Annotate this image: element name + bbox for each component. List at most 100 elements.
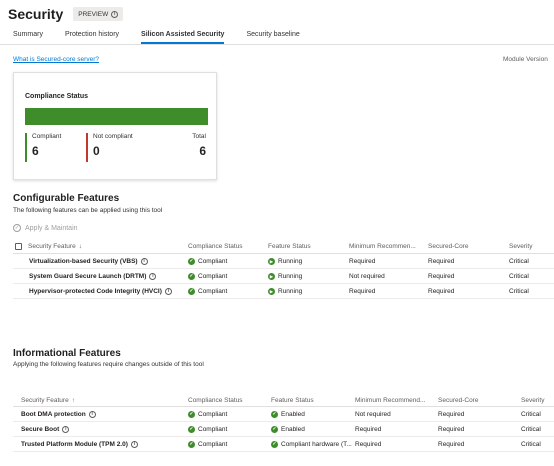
check-circle-icon: ✓	[188, 441, 195, 448]
col-minimum-recommended[interactable]: Minimum Recommen...	[349, 240, 416, 252]
status-value: Compliant hardware (T...	[281, 441, 352, 448]
col-security-feature[interactable]: Security Feature ↓	[28, 240, 82, 252]
secured-core-cell: Required	[428, 258, 455, 265]
col-feature-status[interactable]: Feature Status	[268, 240, 311, 252]
table-row[interactable]: Hypervisor-protected Code Integrity (HVC…	[13, 285, 554, 299]
check-circle-icon: ✓	[271, 441, 278, 448]
page-title: Security	[8, 6, 64, 22]
preview-badge[interactable]: PREVIEW i	[73, 7, 124, 21]
compliance-status-card: Compliance Status Compliant 6 Not compli…	[13, 72, 217, 180]
feature-name: System Guard Secure Launch (DRTM) i	[29, 270, 157, 283]
feature-label: Virtualization-based Security (VBS)	[29, 258, 138, 265]
col-compliance-status[interactable]: Compliance Status	[188, 394, 243, 406]
feature-label: Boot DMA protection	[21, 411, 86, 418]
col-secured-core[interactable]: Secured-Core	[428, 240, 468, 252]
feature-label: System Guard Secure Launch (DRTM)	[29, 273, 147, 280]
tab-security-baseline[interactable]: Security baseline	[246, 31, 299, 44]
col-severity[interactable]: Severity	[521, 394, 544, 406]
informational-table-header: Security Feature ↑ Compliance Status Fea…	[13, 394, 554, 406]
status-cell: ✓ Enabled	[271, 423, 305, 436]
total-stat: Total 6	[192, 133, 206, 162]
col-feature-status[interactable]: Feature Status	[271, 394, 314, 406]
running-icon: ▶	[268, 258, 275, 265]
col-severity[interactable]: Severity	[509, 240, 532, 252]
col-secured-core[interactable]: Secured-Core	[438, 394, 478, 406]
feature-name: Boot DMA protection i	[21, 408, 96, 421]
total-value: 6	[199, 144, 206, 158]
table-row[interactable]: Secure Boot i ✓ Compliant ✓ Enabled Require…	[13, 423, 554, 437]
table-row[interactable]: Virtualization-based Security (VBS) i ✓ Co…	[13, 255, 554, 269]
compliant-stat: Compliant 6	[25, 133, 61, 162]
secured-core-link[interactable]: What is Secured-core server?	[13, 56, 99, 63]
info-icon[interactable]: i	[140, 258, 148, 265]
preview-label: PREVIEW	[78, 10, 109, 18]
table-row[interactable]: Trusted Platform Module (TPM 2.0) i ✓ Comp…	[13, 438, 554, 452]
feature-label: Hypervisor-protected Code Integrity (HVC…	[29, 288, 162, 295]
feature-name: Trusted Platform Module (TPM 2.0) i	[21, 438, 138, 451]
compliance-cell: ✓ Compliant	[188, 408, 227, 421]
sort-up-icon: ↑	[71, 396, 75, 404]
module-version-label: Module Version	[503, 56, 548, 63]
tab-bar: Summary Protection history Silicon Assis…	[13, 31, 300, 44]
status-value: Enabled	[281, 411, 305, 418]
informational-features-heading: Informational Features	[13, 348, 121, 359]
minimum-cell: Required	[349, 288, 376, 295]
checkbox-icon	[15, 242, 22, 250]
informational-header-divider	[13, 406, 554, 407]
sort-down-icon: ↓	[78, 242, 82, 250]
running-icon: ▶	[268, 273, 275, 280]
running-icon: ▶	[268, 288, 275, 295]
minimum-cell: Required	[349, 258, 376, 265]
info-icon[interactable]: i	[130, 441, 138, 448]
feature-label: Trusted Platform Module (TPM 2.0)	[21, 441, 128, 448]
configurable-features-subtitle: The following features can be applied us…	[13, 207, 163, 214]
col-compliance-status[interactable]: Compliance Status	[188, 240, 243, 252]
check-circle-icon: ✓	[188, 288, 195, 295]
configurable-table-header: Security Feature ↓ Compliance Status Fea…	[13, 240, 554, 252]
compliance-value: Compliant	[198, 273, 228, 280]
apply-maintain-button[interactable]: ✓ Apply & Maintain	[13, 224, 78, 232]
compliance-value: Compliant	[198, 441, 228, 448]
status-cell: ▶ Running	[268, 255, 302, 268]
severity-cell: Critical	[509, 288, 529, 295]
info-icon[interactable]: i	[149, 273, 157, 280]
compliance-cell: ✓ Compliant	[188, 270, 227, 283]
status-value: Running	[278, 288, 303, 295]
minimum-cell: Not required	[349, 273, 385, 280]
secured-core-cell: Required	[438, 441, 465, 448]
not-compliant-stat: Not compliant 0	[86, 133, 133, 162]
compliant-value: 6	[32, 144, 39, 158]
info-icon[interactable]: i	[62, 426, 70, 433]
secured-core-cell: Required	[428, 273, 455, 280]
compliance-value: Compliant	[198, 411, 228, 418]
tabs-divider	[0, 44, 554, 45]
compliance-cell: ✓ Compliant	[188, 438, 227, 451]
select-all-checkbox[interactable]	[15, 240, 22, 252]
table-row[interactable]: Boot DMA protection i ✓ Compliant ✓ Enabled…	[13, 408, 554, 422]
status-cell: ▶ Running	[268, 270, 302, 283]
check-circle-icon: ✓	[271, 411, 278, 418]
secured-core-cell: Required	[438, 426, 465, 433]
tab-silicon-assisted-security[interactable]: Silicon Assisted Security	[141, 31, 225, 44]
col-security-feature-label: Security Feature	[28, 242, 76, 250]
check-circle-icon: ✓	[188, 273, 195, 280]
compliance-cell: ✓ Compliant	[188, 255, 227, 268]
compliance-value: Compliant	[198, 288, 228, 295]
status-cell: ✓ Compliant hardware (T...	[271, 438, 352, 451]
minimum-cell: Not required	[355, 411, 391, 418]
table-row[interactable]: System Guard Secure Launch (DRTM) i ✓ Comp…	[13, 270, 554, 284]
feature-label: Secure Boot	[21, 426, 60, 433]
info-icon[interactable]: i	[88, 411, 96, 418]
col-minimum-recommended[interactable]: Minimum Recommend...	[355, 394, 425, 406]
col-security-feature[interactable]: Security Feature ↑	[21, 394, 75, 406]
status-value: Running	[278, 273, 303, 280]
info-icon[interactable]: i	[164, 288, 172, 295]
tab-summary[interactable]: Summary	[13, 31, 43, 44]
compliance-cell: ✓ Compliant	[188, 285, 227, 298]
header: Security PREVIEW i	[8, 6, 124, 22]
compliance-value: Compliant	[198, 258, 228, 265]
compliance-bar	[25, 108, 208, 125]
secured-core-cell: Required	[438, 411, 465, 418]
tab-protection-history[interactable]: Protection history	[65, 31, 119, 44]
total-label: Total	[192, 133, 206, 140]
